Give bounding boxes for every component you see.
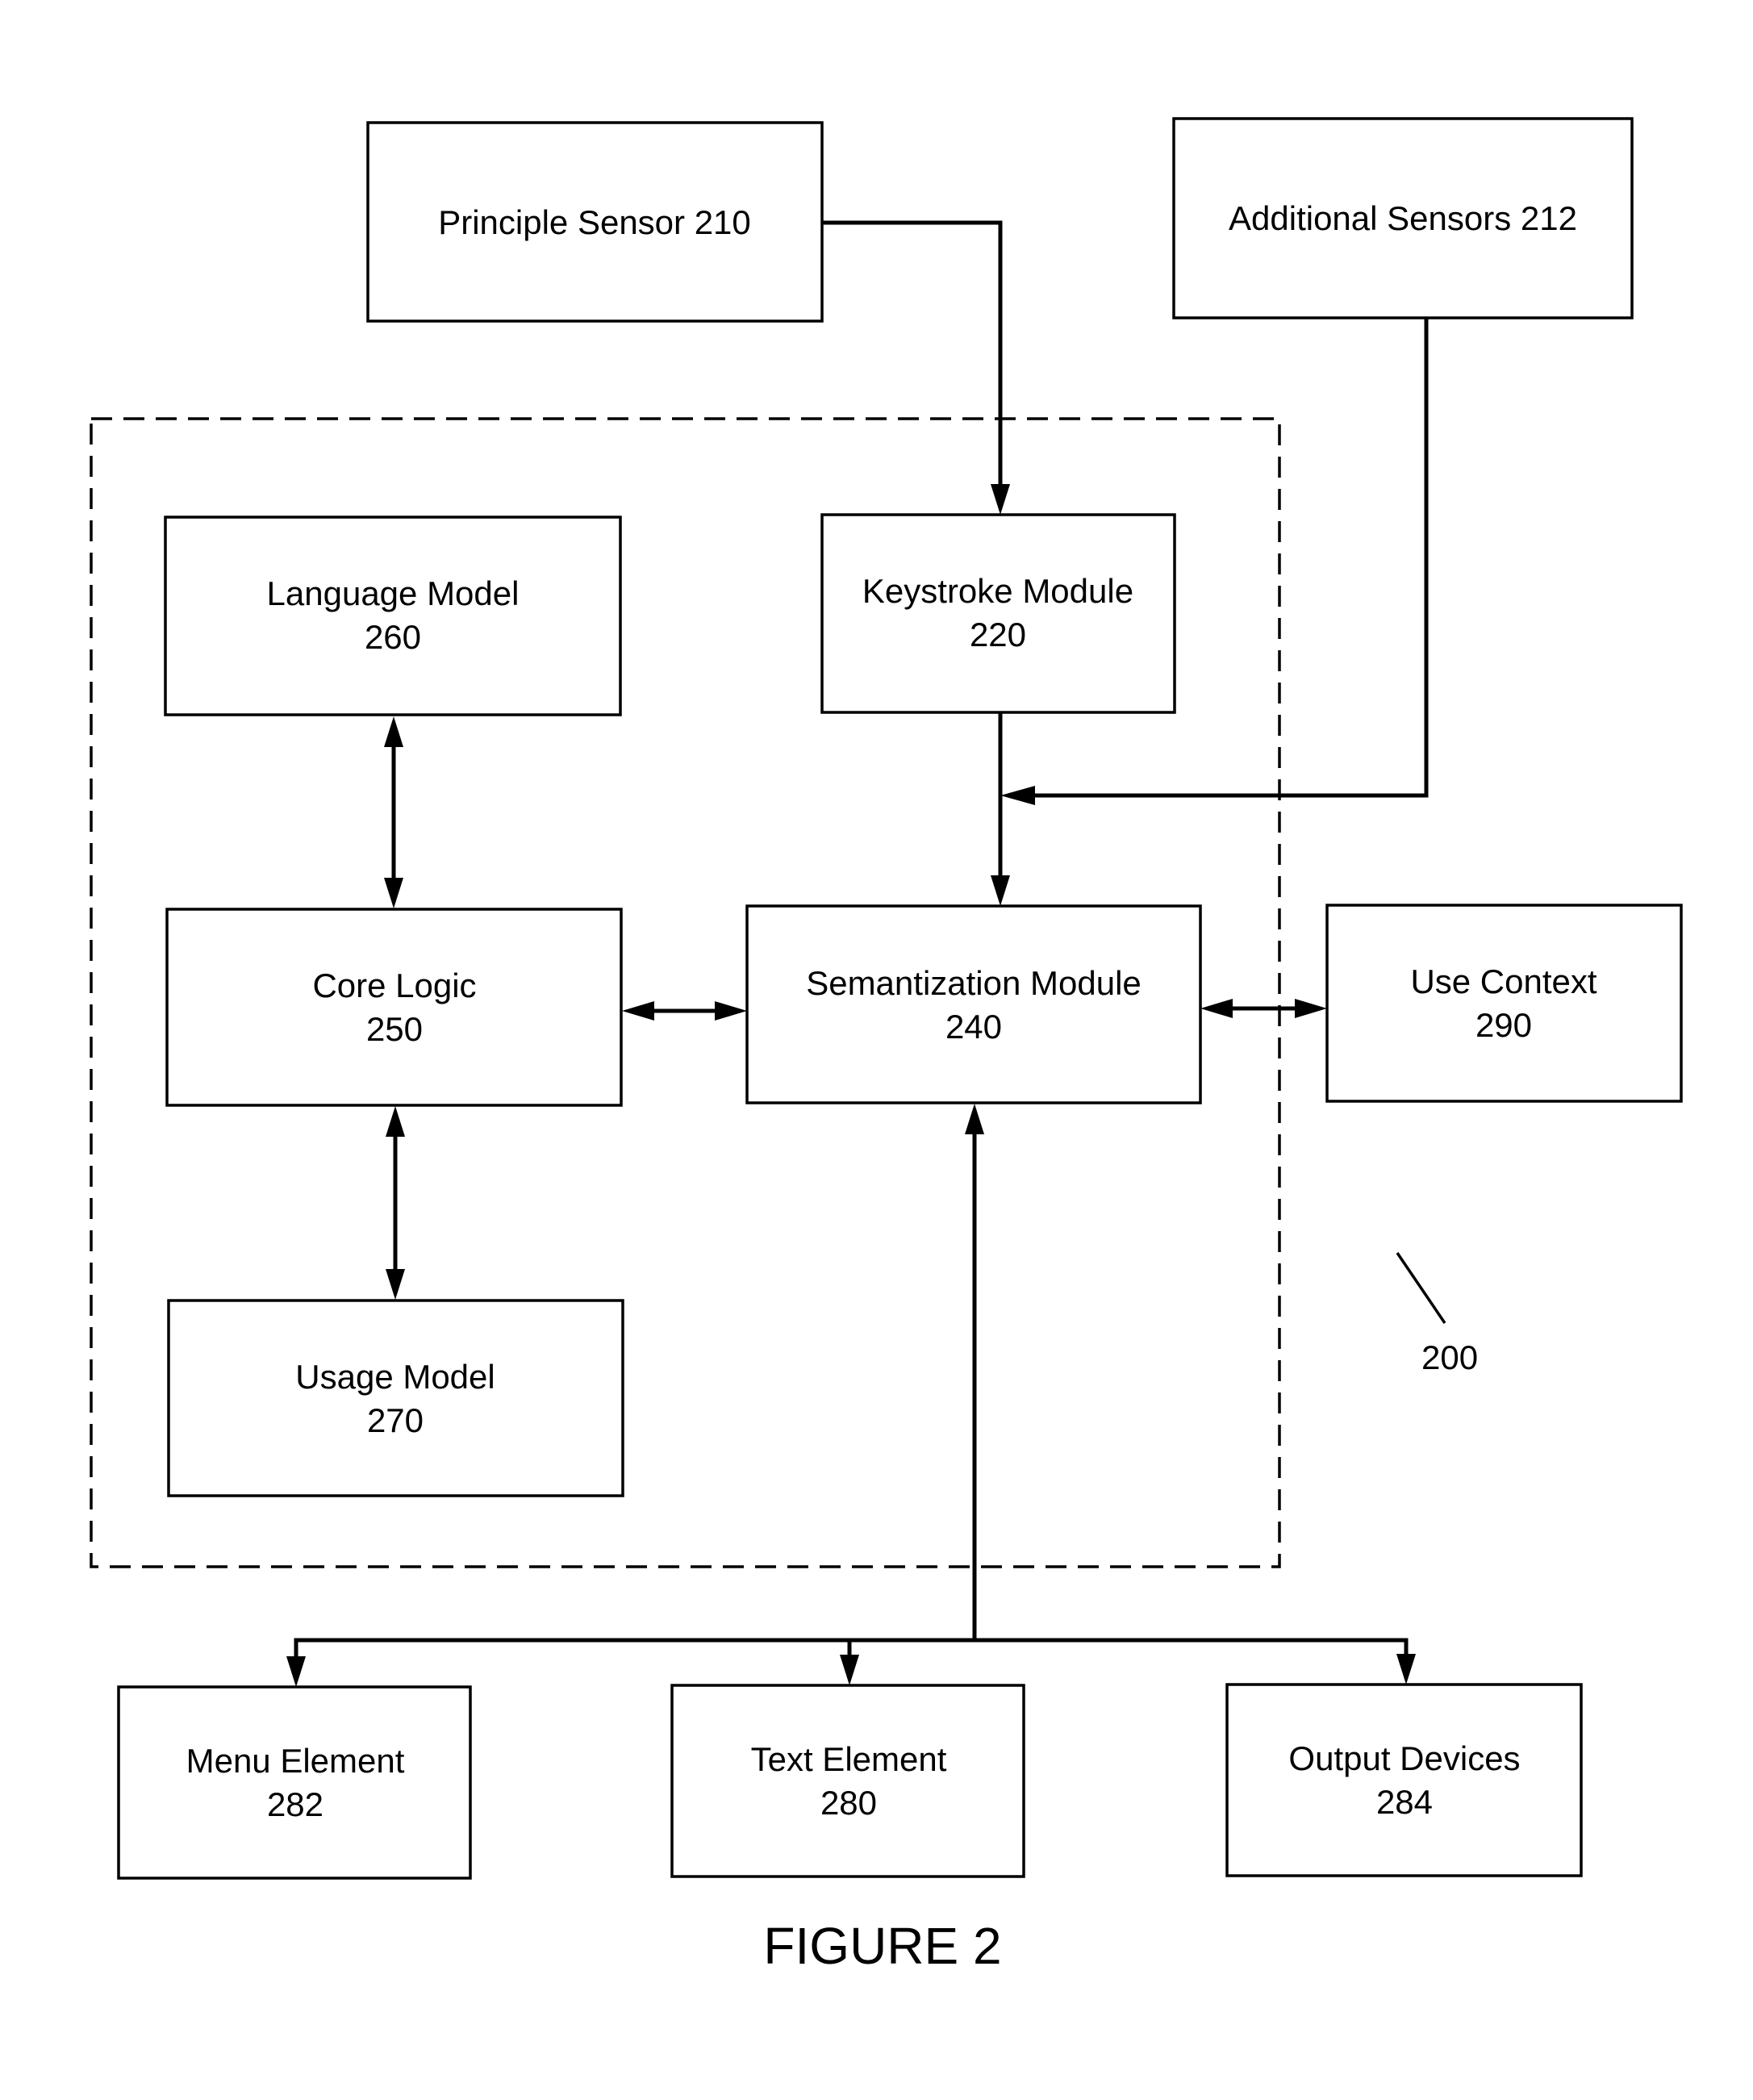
block-label: Semantization Module bbox=[806, 964, 1142, 1002]
block-output-devices: Output Devices 284 bbox=[1225, 1683, 1583, 1877]
block-principle-sensor: Principle Sensor 210 bbox=[366, 121, 824, 323]
arrowhead-language-up bbox=[384, 716, 403, 747]
block-label: Menu Element bbox=[186, 1742, 405, 1780]
arrowhead-semantization-left bbox=[1200, 999, 1233, 1018]
arrowhead-context-right bbox=[1295, 999, 1327, 1018]
arrowhead-usage-down bbox=[386, 1269, 405, 1300]
arrowhead-output bbox=[1396, 1654, 1416, 1685]
block-semantization-module: Semantization Module 240 bbox=[745, 904, 1202, 1104]
block-additional-sensors: Additional Sensors 212 bbox=[1172, 117, 1634, 319]
block-label: Language Model bbox=[267, 574, 520, 612]
arrowhead-into-semantization bbox=[991, 875, 1010, 906]
block-language-model: Language Model 260 bbox=[164, 516, 622, 716]
arrowhead-core-left bbox=[622, 1001, 654, 1021]
figure-caption: FIGURE 2 bbox=[763, 1917, 1001, 1975]
reference-numeral: 200 bbox=[1421, 1338, 1478, 1376]
block-label: Usage Model bbox=[295, 1358, 495, 1396]
block-label: Text Element bbox=[751, 1740, 947, 1778]
block-label: Use Context bbox=[1410, 962, 1596, 1000]
block-use-context: Use Context 290 bbox=[1325, 904, 1683, 1103]
block-label: Core Logic bbox=[312, 967, 476, 1004]
block-label: Keystroke Module bbox=[862, 572, 1133, 610]
connector-principle-to-keystroke bbox=[822, 220, 1003, 494]
block-number: 290 bbox=[1475, 1006, 1532, 1044]
block-number: 250 bbox=[366, 1010, 423, 1048]
block-label: Output Devices bbox=[1288, 1739, 1520, 1777]
arrowhead-join bbox=[1000, 786, 1035, 805]
block-number: 282 bbox=[267, 1785, 323, 1823]
block-number: 270 bbox=[367, 1401, 424, 1439]
block-menu-element: Menu Element 282 bbox=[117, 1685, 472, 1880]
block-diagram: 200 Principle Sensor 210 Additional Sens… bbox=[90, 117, 1683, 1975]
block-keystroke-module: Keystroke Module 220 bbox=[820, 513, 1176, 714]
arrowhead-core-down bbox=[384, 878, 403, 908]
block-number: 260 bbox=[365, 618, 421, 656]
arrowhead-text bbox=[840, 1655, 859, 1685]
block-text-element: Text Element 280 bbox=[670, 1684, 1025, 1878]
arrowhead-semantization-up bbox=[965, 1104, 984, 1134]
reference-leader-line bbox=[1396, 1252, 1446, 1324]
block-label: Principle Sensor 210 bbox=[438, 203, 751, 241]
block-label: Additional Sensors 212 bbox=[1229, 199, 1577, 237]
block-number: 284 bbox=[1376, 1783, 1433, 1821]
arrowhead-core-up bbox=[386, 1106, 405, 1137]
block-number: 280 bbox=[820, 1784, 877, 1822]
arrowhead-menu bbox=[286, 1656, 306, 1687]
block-number: 240 bbox=[945, 1008, 1002, 1046]
block-core-logic: Core Logic 250 bbox=[165, 908, 623, 1107]
block-usage-model: Usage Model 270 bbox=[167, 1299, 624, 1497]
arrowhead-into-keystroke bbox=[991, 484, 1010, 515]
block-number: 220 bbox=[970, 616, 1026, 653]
arrowhead-semantization-right bbox=[715, 1001, 747, 1021]
